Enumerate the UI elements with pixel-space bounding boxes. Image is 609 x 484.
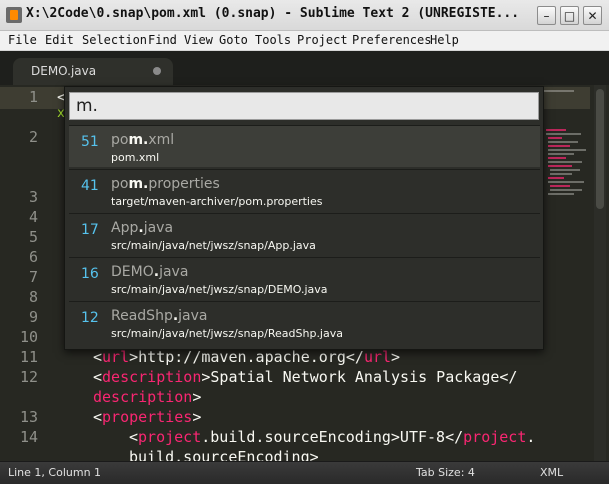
sublime-app-icon — [6, 7, 22, 23]
minimize-button[interactable]: – — [537, 6, 556, 25]
result-score: 16 — [81, 266, 99, 282]
scrollbar-thumb[interactable] — [596, 89, 604, 209]
window-title: X:\2Code\0.snap\pom.xml (0.snap) - Subli… — [26, 6, 520, 21]
result-name: pom.xml — [111, 132, 175, 148]
line-number: 12 — [19, 368, 38, 386]
result-name: App.java — [111, 220, 174, 236]
result-score: 12 — [81, 310, 99, 326]
code-line-11: <url>http://maven.apache.org</url> — [93, 348, 401, 366]
goto-anything-panel: m. 51 pom.xml pom.xml 41 pom.properties … — [64, 86, 544, 350]
line-number: 6 — [28, 248, 38, 266]
goto-anything-input[interactable]: m. — [69, 92, 539, 120]
tab-label: DEMO.java — [31, 64, 97, 78]
result-item[interactable]: 17 App.java src/main/java/net/jwsz/snap/… — [69, 213, 540, 255]
result-name: ReadShp.java — [111, 308, 208, 324]
result-score: 51 — [81, 134, 99, 150]
vertical-scrollbar[interactable] — [594, 85, 606, 461]
syntax-indicator[interactable]: XML — [540, 466, 563, 479]
window-titlebar: X:\2Code\0.snap\pom.xml (0.snap) - Subli… — [0, 0, 609, 31]
code-line-14: <project.build.sourceEncoding>UTF-8</pro… — [129, 428, 536, 446]
menu-preferences[interactable]: Preferences — [352, 33, 431, 47]
menu-file[interactable]: File — [8, 33, 37, 47]
code-line-12-wrap: description> — [93, 388, 202, 406]
menu-edit[interactable]: Edit — [45, 33, 74, 47]
line-number: 9 — [28, 308, 38, 326]
line-number: 10 — [19, 328, 38, 346]
cursor-position: Line 1, Column 1 — [8, 466, 102, 479]
menu-find[interactable]: Find — [148, 33, 177, 47]
result-path: src/main/java/net/jwsz/snap/DEMO.java — [111, 283, 328, 296]
result-path: target/maven-archiver/pom.properties — [111, 195, 323, 208]
line-number: 13 — [19, 408, 38, 426]
tab-close-dot-icon[interactable] — [153, 67, 161, 75]
result-path: src/main/java/net/jwsz/snap/ReadShp.java — [111, 327, 343, 340]
line-number: 3 — [28, 188, 38, 206]
line-number: 5 — [28, 228, 38, 246]
menu-tools[interactable]: Tools — [255, 33, 291, 47]
result-name: DEMO.java — [111, 264, 189, 280]
minimap[interactable] — [542, 85, 592, 461]
menu-selection[interactable]: Selection — [82, 33, 147, 47]
tab-demo-java[interactable]: DEMO.java — [13, 58, 173, 85]
menu-project[interactable]: Project — [297, 33, 348, 47]
line-number: 14 — [19, 428, 38, 446]
status-bar: Line 1, Column 1 Tab Size: 4 XML — [0, 461, 609, 484]
result-path: pom.xml — [111, 151, 160, 164]
code-line-12: <description>Spatial Network Analysis Pa… — [93, 368, 518, 386]
result-item[interactable]: 12 ReadShp.java src/main/java/net/jwsz/s… — [69, 301, 540, 343]
maximize-button[interactable]: □ — [560, 6, 579, 25]
code-line-14-wrap: build.sourceEncoding> — [129, 448, 319, 461]
result-score: 41 — [81, 178, 99, 194]
line-number: 11 — [19, 348, 38, 366]
tab-size-indicator[interactable]: Tab Size: 4 — [416, 466, 475, 479]
tab-strip: DEMO.java — [0, 51, 609, 85]
line-number: 8 — [28, 288, 38, 306]
result-item[interactable]: 51 pom.xml pom.xml — [69, 125, 540, 167]
result-item[interactable]: 16 DEMO.java src/main/java/net/jwsz/snap… — [69, 257, 540, 299]
line-number: 1 — [28, 88, 38, 106]
menu-help[interactable]: Help — [430, 33, 459, 47]
result-score: 17 — [81, 222, 99, 238]
result-path: src/main/java/net/jwsz/snap/App.java — [111, 239, 316, 252]
menu-goto[interactable]: Goto — [219, 33, 248, 47]
result-name: pom.properties — [111, 176, 220, 192]
close-button[interactable]: ✕ — [583, 6, 602, 25]
line-number: 2 — [28, 128, 38, 146]
line-number: 4 — [28, 208, 38, 226]
line-number: 7 — [28, 268, 38, 286]
result-item[interactable]: 41 pom.properties target/maven-archiver/… — [69, 169, 540, 211]
code-line-13: <properties> — [93, 408, 202, 426]
menu-view[interactable]: View — [184, 33, 213, 47]
menu-bar: File Edit Selection Find View Goto Tools… — [0, 31, 609, 51]
